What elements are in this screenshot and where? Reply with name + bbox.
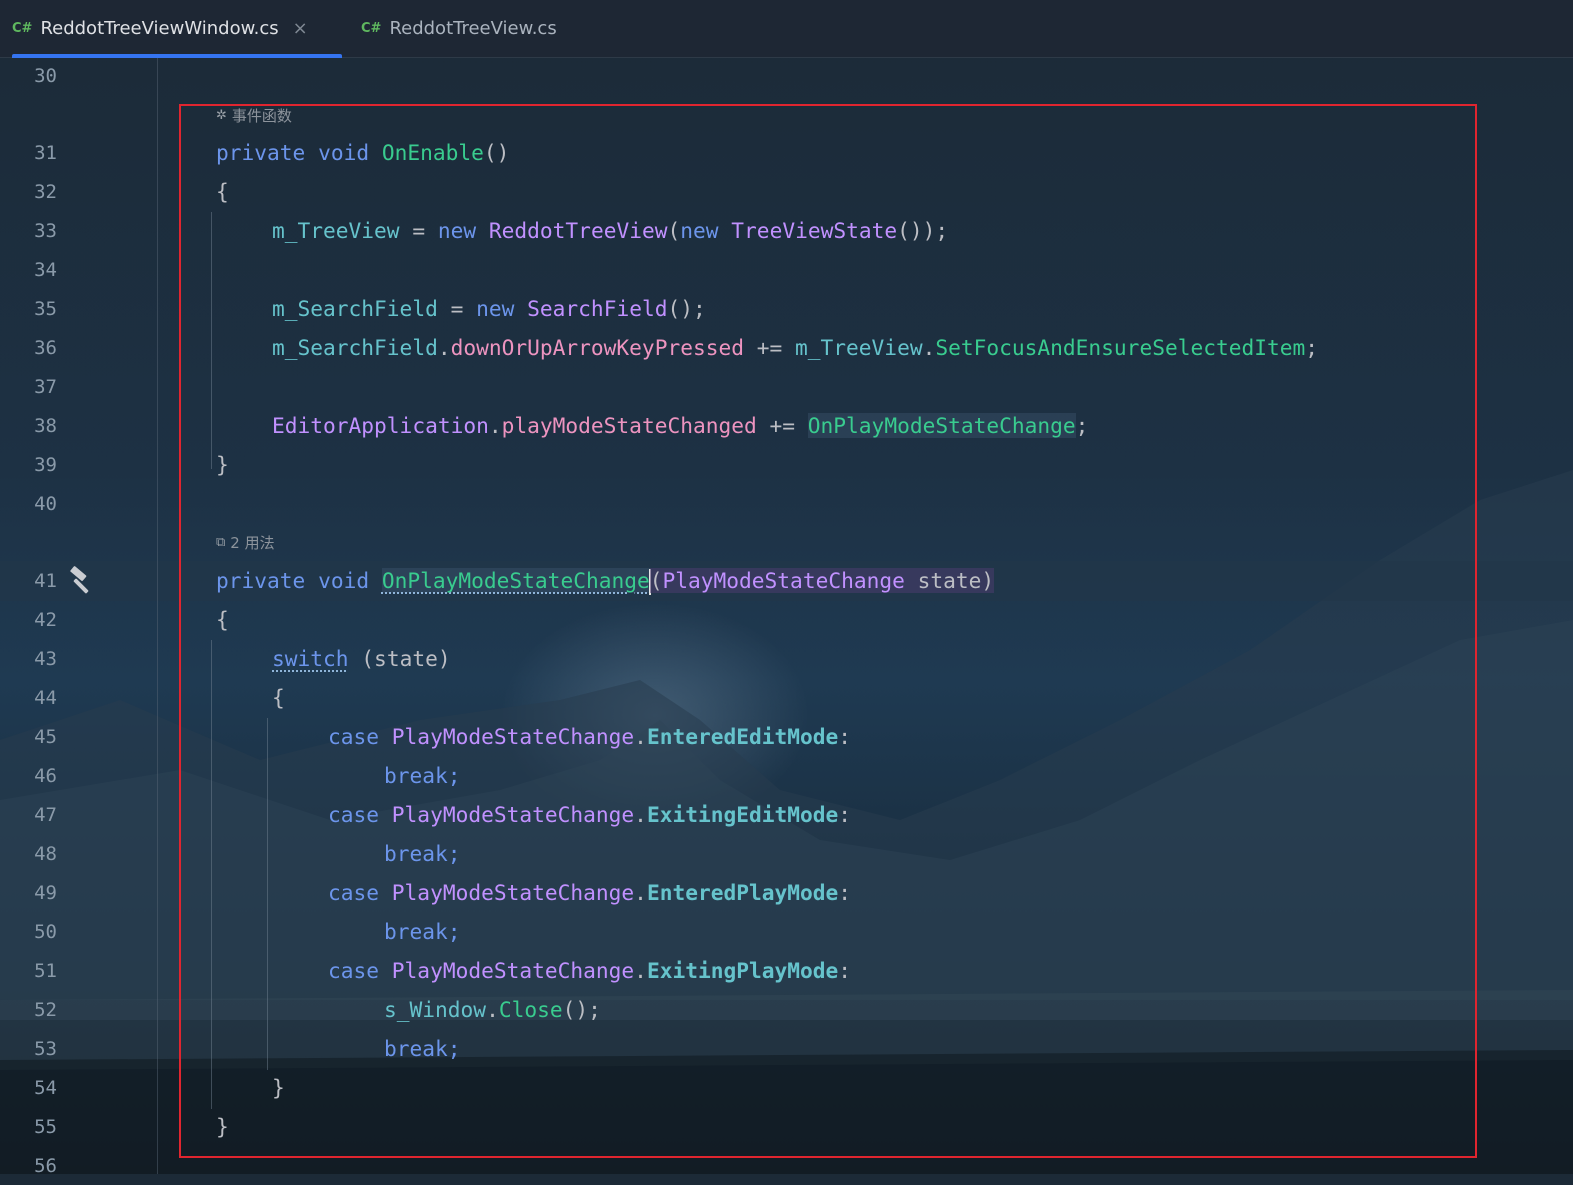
- tab-label: ReddotTreeViewWindow.cs: [40, 18, 279, 39]
- line-number: 37: [34, 376, 57, 398]
- tab-reddot-tree-view-window[interactable]: C# ReddotTreeViewWindow.cs ×: [12, 0, 342, 58]
- tab-label: ReddotTreeView.cs: [389, 18, 557, 39]
- csharp-file-icon: C#: [12, 21, 33, 36]
- line-number: 50: [34, 921, 57, 943]
- line-number: 51: [34, 960, 57, 982]
- line-number: 43: [34, 648, 57, 670]
- line-number: 48: [34, 843, 57, 865]
- line-number: 32: [34, 181, 57, 203]
- line-number: 41: [34, 570, 57, 592]
- gutter-separator: [157, 57, 158, 1174]
- line-number: 38: [34, 415, 57, 437]
- line-number: 33: [34, 220, 57, 242]
- line-number: 36: [34, 337, 57, 359]
- hammer-icon[interactable]: [67, 566, 97, 596]
- close-icon[interactable]: ×: [293, 18, 308, 39]
- line-number: 54: [34, 1077, 57, 1099]
- line-number: 40: [34, 493, 57, 515]
- line-number: 31: [34, 142, 57, 164]
- line-number: 39: [34, 454, 57, 476]
- line-number: 55: [34, 1116, 57, 1138]
- line-number: 49: [34, 882, 57, 904]
- line-number: 34: [34, 259, 57, 281]
- line-number: 56: [34, 1155, 57, 1177]
- editor-tab-bar: C# ReddotTreeViewWindow.cs × C# ReddotTr…: [0, 0, 1573, 58]
- line-number: 42: [34, 609, 57, 631]
- line-number: 30: [34, 65, 57, 87]
- line-number: 53: [34, 1038, 57, 1060]
- tab-reddot-tree-view[interactable]: C# ReddotTreeView.cs: [361, 0, 591, 57]
- line-number: 47: [34, 804, 57, 826]
- line-number: 45: [34, 726, 57, 748]
- line-number: 35: [34, 298, 57, 320]
- csharp-file-icon: C#: [361, 21, 382, 36]
- line-number: 52: [34, 999, 57, 1021]
- annotation-highlight-box: [179, 104, 1477, 1158]
- line-number: 46: [34, 765, 57, 787]
- line-number: 44: [34, 687, 57, 709]
